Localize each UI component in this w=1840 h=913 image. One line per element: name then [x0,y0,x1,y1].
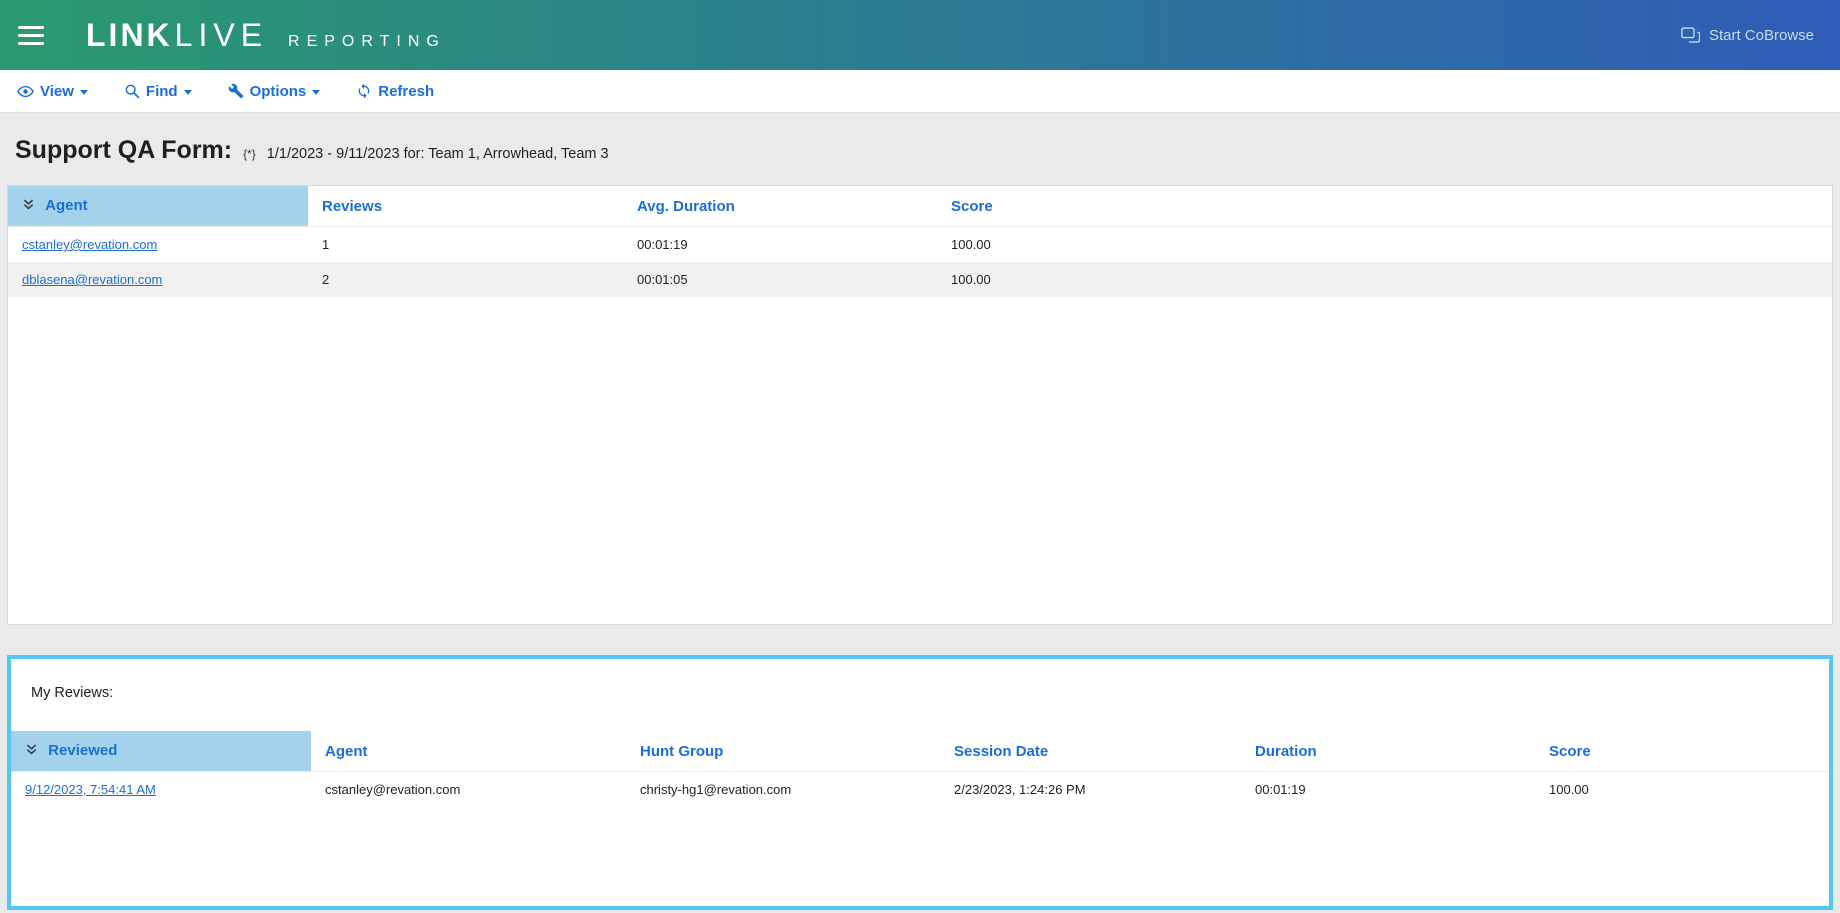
reviews-column-header-duration[interactable]: Duration [1241,731,1535,772]
score-cell: 100.00 [937,227,1832,263]
reviews-cell: 1 [308,227,623,263]
reviews-cell: 2 [308,262,623,297]
session-date-cell: 2/23/2023, 1:24:26 PM [940,772,1241,808]
search-icon [124,83,140,99]
agents-column-header-agent[interactable]: Agent [8,186,308,227]
reviewed-link[interactable]: 9/12/2023, 7:54:41 AM [25,782,156,797]
title-date-range: 1/1/2023 - 9/11/2023 for: Team 1, Arrowh… [267,146,609,162]
brand-logo: LINK LIVE REPORTING [86,17,446,54]
agents-panel: Agent Reviews Avg. Duration Score cstanl… [7,185,1833,625]
find-menu-button[interactable]: Find [124,83,192,100]
find-menu-label: Find [146,83,178,100]
caret-down-icon [184,90,192,95]
agents-column-header-avg-duration[interactable]: Avg. Duration [623,186,937,227]
score-cell: 100.00 [937,262,1832,297]
toolbar: View Find Options Refresh [0,70,1840,113]
options-menu-label: Options [250,83,307,100]
reviews-column-header-reviewed[interactable]: Reviewed [11,731,311,772]
brand-sub-text: REPORTING [288,33,446,51]
hamburger-menu-icon[interactable] [18,26,44,45]
view-menu-button[interactable]: View [17,83,88,100]
table-row: cstanley@revation.com 1 00:01:19 100.00 [8,227,1832,263]
app-header: LINK LIVE REPORTING Start CoBrowse [0,0,1840,70]
reviews-column-header-score[interactable]: Score [1535,731,1829,772]
refresh-label: Refresh [378,83,434,100]
refresh-button[interactable]: Refresh [356,83,434,100]
duration-cell: 00:01:19 [1241,772,1535,808]
caret-down-icon [312,90,320,95]
options-menu-button[interactable]: Options [228,83,321,100]
reviews-column-header-agent[interactable]: Agent [311,731,626,772]
start-cobrowse-button[interactable]: Start CoBrowse [1681,27,1814,44]
title-badge: {*} [243,147,256,161]
my-reviews-table: Reviewed Agent Hunt Group Session Date D… [11,731,1829,807]
view-menu-label: View [40,83,74,100]
score-cell: 100.00 [1535,772,1829,808]
wrench-icon [228,83,244,99]
double-chevron-down-icon [25,743,42,760]
reviews-column-header-hunt-group[interactable]: Hunt Group [626,731,940,772]
avg-duration-cell: 00:01:19 [623,227,937,263]
table-row: dblasena@revation.com 2 00:01:05 100.00 [8,262,1832,297]
table-row: 9/12/2023, 7:54:41 AM cstanley@revation.… [11,772,1829,808]
agents-table-header-row: Agent Reviews Avg. Duration Score [8,186,1832,227]
agent-link[interactable]: dblasena@revation.com [22,272,162,287]
page-title-row: Support QA Form: {*} 1/1/2023 - 9/11/202… [0,113,1840,185]
hunt-group-cell: christy-hg1@revation.com [626,772,940,808]
reviews-table-header-row: Reviewed Agent Hunt Group Session Date D… [11,731,1829,772]
agents-table: Agent Reviews Avg. Duration Score cstanl… [8,186,1832,297]
agents-column-header-score[interactable]: Score [937,186,1832,227]
cobrowse-label: Start CoBrowse [1709,27,1814,44]
brand-light-text: LIVE [175,17,268,54]
agent-link[interactable]: cstanley@revation.com [22,237,157,252]
my-reviews-panel: My Reviews: Reviewed Agent Hunt Group Se… [7,655,1833,910]
avg-duration-cell: 00:01:05 [623,262,937,297]
double-chevron-down-icon [22,198,39,215]
page-title: Support QA Form: [15,136,232,165]
cobrowse-screen-icon [1681,27,1700,43]
agent-cell: cstanley@revation.com [311,772,626,808]
refresh-icon [356,83,372,99]
my-reviews-label: My Reviews: [11,659,1829,701]
reviews-column-header-session-date[interactable]: Session Date [940,731,1241,772]
eye-icon [17,83,34,100]
agents-column-header-reviews[interactable]: Reviews [308,186,623,227]
brand-bold-text: LINK [86,17,173,54]
caret-down-icon [80,90,88,95]
